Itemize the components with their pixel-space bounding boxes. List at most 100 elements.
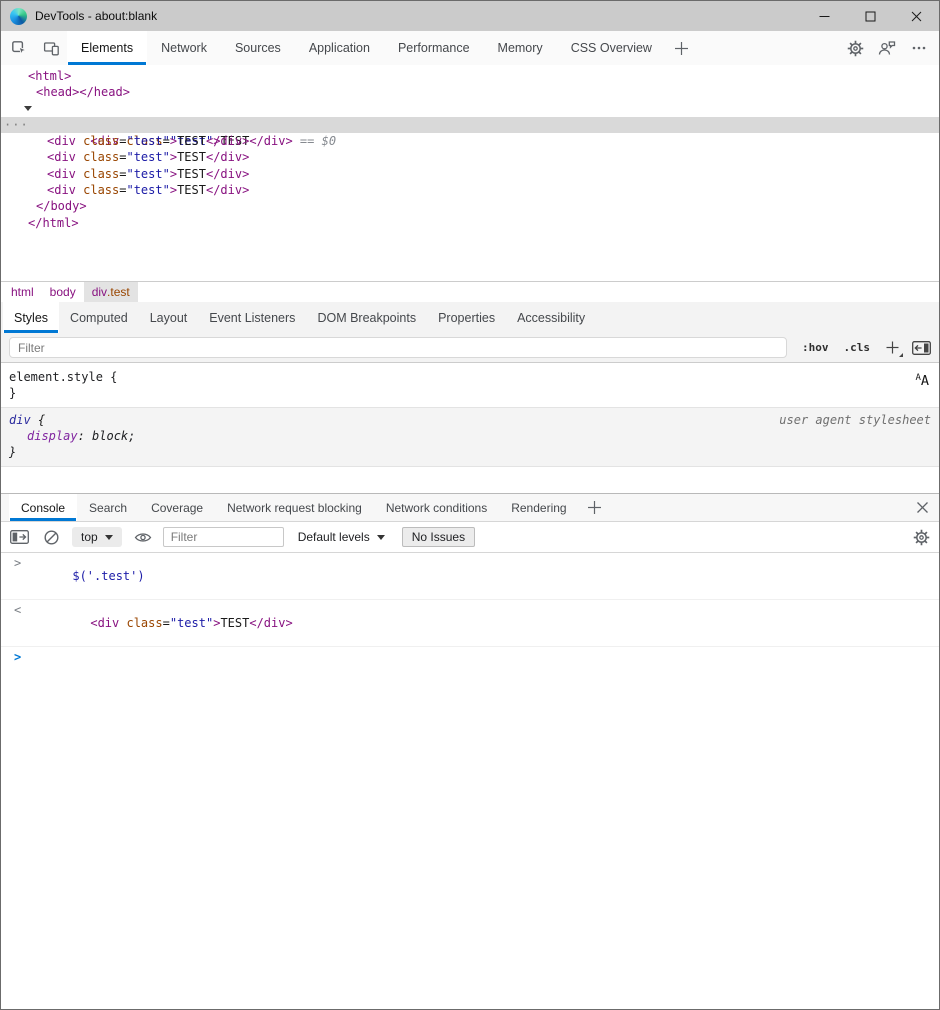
dom-node-div[interactable]: <div class="test">TEST</div> — [1, 133, 939, 149]
console-result-row[interactable]: <<div class="test">TEST</div> — [1, 600, 939, 647]
issues-counter-badge[interactable]: No Issues — [402, 527, 475, 547]
plus-icon — [674, 41, 689, 56]
inspect-element-button[interactable] — [3, 31, 35, 65]
prompt-chevron-icon: > — [14, 651, 21, 664]
settings-button[interactable] — [839, 31, 871, 65]
device-toolbar-button[interactable] — [35, 31, 67, 65]
element-style-close-brace: } — [9, 385, 931, 401]
dom-node-html-close[interactable]: </html> — [1, 215, 939, 231]
add-drawer-tab-button[interactable] — [579, 494, 611, 521]
dom-node-html[interactable]: <html> — [1, 68, 939, 84]
tab-accessibility[interactable]: Accessibility — [506, 302, 596, 333]
tab-memory[interactable]: Memory — [484, 31, 557, 65]
tab-styles[interactable]: Styles — [3, 302, 59, 333]
styles-filter-input[interactable] — [9, 337, 787, 358]
tab-elements[interactable]: Elements — [67, 31, 147, 65]
tab-console[interactable]: Console — [9, 494, 77, 521]
element-style-selector[interactable]: element.style { — [9, 369, 931, 385]
edge-logo-icon — [10, 8, 27, 25]
clear-circle-slash-icon — [43, 529, 60, 546]
breadcrumb-body[interactable]: body — [42, 282, 84, 302]
stylesheet-origin-label: user agent stylesheet — [779, 412, 931, 428]
tab-search[interactable]: Search — [77, 494, 139, 521]
minimize-button[interactable] — [801, 1, 847, 31]
toolbar-right-actions — [839, 31, 939, 65]
tab-label: Memory — [498, 41, 543, 55]
tab-event-listeners[interactable]: Event Listeners — [198, 302, 306, 333]
dom-node-head[interactable]: <head></head> — [1, 84, 939, 100]
dom-node-div[interactable]: <div class="test">TEST</div> — [1, 182, 939, 198]
close-drawer-button[interactable] — [905, 494, 939, 521]
tab-application[interactable]: Application — [295, 31, 384, 65]
pseudo-state-toggle[interactable]: :hov — [802, 341, 829, 354]
breadcrumb-div-test[interactable]: div.test — [84, 282, 138, 302]
styles-pane: element.style { } AA div { display: bloc… — [1, 363, 939, 493]
dom-node-div[interactable]: <div class="test">TEST</div> — [1, 166, 939, 182]
tab-network-request-blocking[interactable]: Network request blocking — [215, 494, 374, 521]
breadcrumb: html body div.test — [1, 281, 939, 302]
chevron-down-icon — [105, 535, 113, 540]
create-live-expression-button[interactable] — [134, 531, 152, 544]
dom-node-div-selected[interactable]: ···<div class="test">TEST</div> == $0 — [1, 117, 939, 133]
console-prompt-row[interactable]: > — [1, 647, 939, 693]
feedback-button[interactable] — [871, 31, 903, 65]
element-style-rule[interactable]: element.style { } AA — [1, 363, 939, 408]
tab-properties[interactable]: Properties — [427, 302, 506, 333]
title-bar: DevTools - about:blank — [1, 1, 939, 31]
computed-sidebar-toggle-button[interactable] — [912, 341, 931, 355]
tab-label: Event Listeners — [209, 311, 295, 325]
dom-node-body[interactable]: <body> — [1, 101, 939, 117]
add-tab-button[interactable] — [666, 31, 698, 65]
maximize-icon — [865, 11, 876, 22]
plus-icon — [886, 341, 899, 354]
console-sidebar-toggle-button[interactable] — [10, 530, 29, 544]
javascript-context-selector[interactable]: top — [72, 527, 122, 547]
tab-rendering[interactable]: Rendering — [499, 494, 578, 521]
maximize-button[interactable] — [847, 1, 893, 31]
elements-dom-tree: <html> <head></head> <body> ···<div clas… — [1, 65, 939, 281]
plus-icon — [587, 500, 602, 515]
tab-layout[interactable]: Layout — [139, 302, 199, 333]
tab-network[interactable]: Network — [147, 31, 221, 65]
feedback-person-icon — [878, 40, 896, 56]
tab-label: Network — [161, 41, 207, 55]
tab-performance[interactable]: Performance — [384, 31, 484, 65]
more-options-button[interactable] — [903, 31, 935, 65]
expander-triangle-icon[interactable] — [24, 106, 32, 111]
new-style-rule-button[interactable] — [884, 340, 900, 356]
clear-console-button[interactable] — [43, 529, 60, 546]
tab-coverage[interactable]: Coverage — [139, 494, 215, 521]
close-icon — [916, 501, 929, 514]
console-command-row[interactable]: >$('.test') — [1, 553, 939, 600]
element-class-toggle[interactable]: .cls — [844, 341, 871, 354]
tab-label: Elements — [81, 41, 133, 55]
result-chevron-icon: < — [14, 604, 21, 617]
console-toolbar: top Default levels No Issues — [1, 522, 939, 553]
dom-node-body-close[interactable]: </body> — [1, 198, 939, 214]
device-toolbar-icon — [43, 40, 60, 57]
log-levels-dropdown[interactable]: Default levels — [298, 530, 385, 544]
styles-sidebar-tabs: Styles Computed Layout Event Listeners D… — [1, 302, 939, 333]
tab-css-overview[interactable]: CSS Overview — [557, 31, 666, 65]
user-agent-style-rule[interactable]: div { display: block; } user agent style… — [1, 408, 939, 467]
tab-sources[interactable]: Sources — [221, 31, 295, 65]
close-icon — [911, 11, 922, 22]
tab-computed[interactable]: Computed — [59, 302, 139, 333]
breadcrumb-html[interactable]: html — [3, 282, 42, 302]
tab-network-conditions[interactable]: Network conditions — [374, 494, 499, 521]
tab-label: Sources — [235, 41, 281, 55]
ua-rule-declaration[interactable]: display: block; — [9, 428, 931, 444]
tab-label: Search — [89, 501, 127, 515]
tab-label: Network request blocking — [227, 501, 362, 515]
dom-node-div[interactable]: <div class="test">TEST</div> — [1, 149, 939, 165]
console-settings-button[interactable] — [913, 529, 930, 546]
console-filter-input[interactable] — [163, 527, 284, 547]
font-editor-icon[interactable]: AA — [915, 374, 929, 389]
more-dots-icon — [911, 40, 927, 56]
gear-icon — [847, 40, 864, 57]
console-log-area[interactable]: >$('.test') <<div class="test">TEST</div… — [1, 553, 939, 1009]
more-actions-dots-icon[interactable]: ··· — [4, 117, 29, 133]
tab-dom-breakpoints[interactable]: DOM Breakpoints — [306, 302, 427, 333]
close-button[interactable] — [893, 1, 939, 31]
console-drawer-tabs: Console Search Coverage Network request … — [1, 493, 939, 522]
